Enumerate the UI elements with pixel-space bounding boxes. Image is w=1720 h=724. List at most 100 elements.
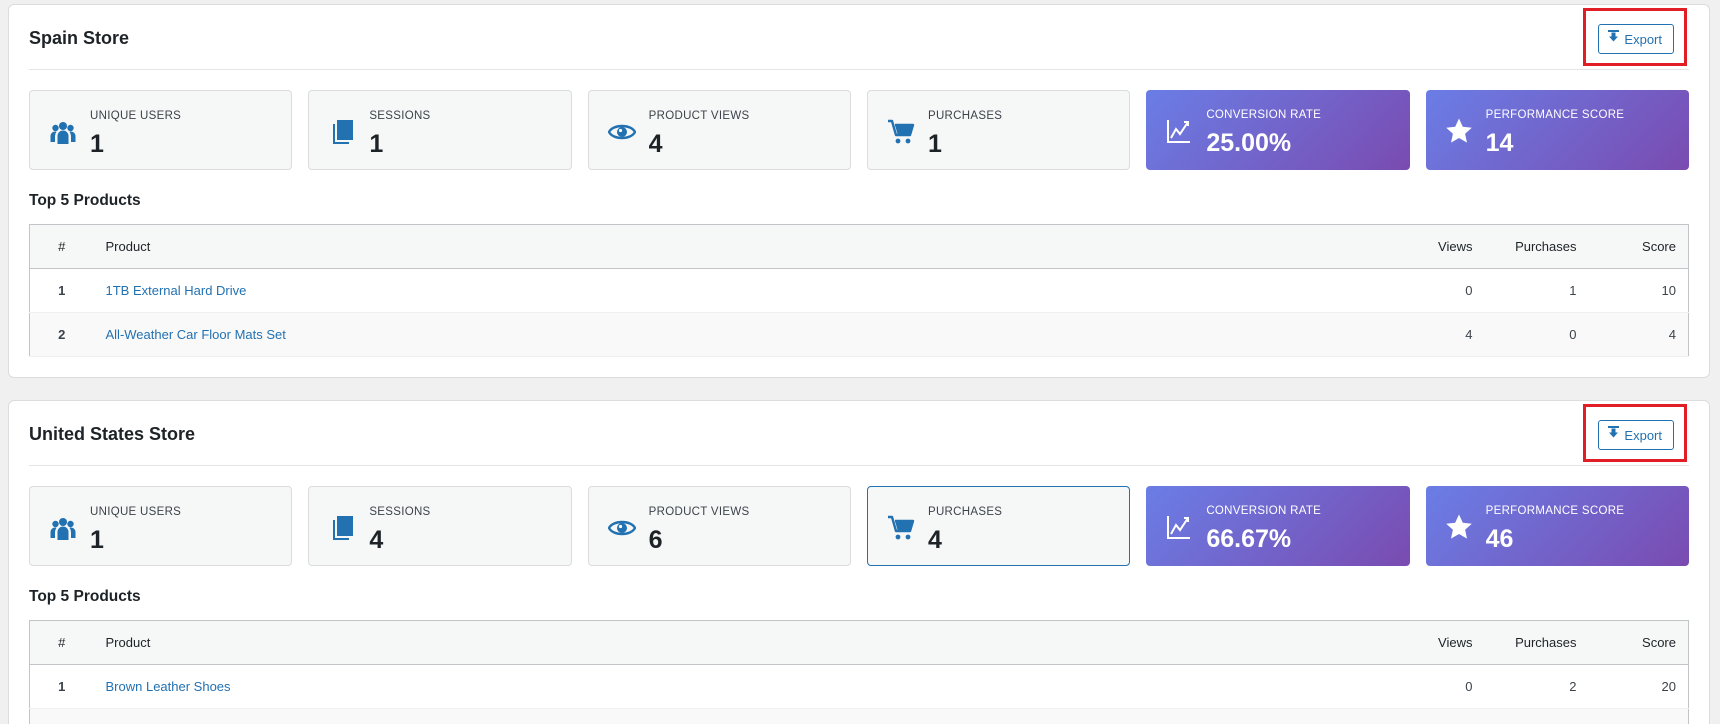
stat-value: 66.67% [1206, 525, 1292, 553]
stat-value: 6 [648, 526, 663, 554]
stat-performance-score: PERFORMANCE SCORE 14 [1425, 90, 1689, 170]
top-products-title: Top 5 Products [29, 192, 141, 209]
cart-icon [886, 513, 916, 543]
stat-conversion-rate: CONVERSION RATE 66.67% [1146, 486, 1410, 566]
score-cell: 20 [1588, 664, 1689, 709]
product-cell: 1TB External Hard Drive [93, 268, 1395, 313]
products-table: # Product Views Purchases Score 1 Brown … [29, 620, 1689, 724]
purchases-cell: 0 [1484, 312, 1589, 357]
stat-label: SESSIONS [369, 110, 431, 122]
stat-product-views: PRODUCT VIEWS 6 [587, 486, 851, 566]
header-views[interactable]: Views [1394, 224, 1485, 269]
stat-value: 1 [927, 130, 942, 158]
product-cell: All-Weather Car Floor Mats Set [93, 312, 1395, 357]
stat-purchases: PURCHASES 1 [866, 90, 1131, 170]
card-header: Spain Store Export [29, 5, 1689, 70]
card-header: United States Store Export [29, 401, 1689, 466]
header-purchases[interactable]: Purchases [1484, 224, 1589, 269]
purchases-cell: 1 [1484, 268, 1589, 313]
stat-conversion-rate: CONVERSION RATE 25.00% [1146, 90, 1410, 170]
stats-row: UNIQUE USERS 1 SESSIONS 4 PRODUCT VIEWS … [29, 486, 1689, 566]
products-table: # Product Views Purchases Score 1 1TB Ex… [29, 224, 1689, 357]
table-header-row: # Product Views Purchases Score [29, 620, 1689, 665]
views-cell: 4 [1394, 312, 1485, 357]
analytics-page: Spain Store Export UNIQUE USERS 1 SESSIO… [0, 0, 1720, 724]
chart-line-icon [1164, 116, 1194, 146]
stat-label: CONVERSION RATE [1206, 505, 1322, 517]
product-link[interactable]: Brown Leather Shoes [106, 679, 231, 694]
stat-label: PERFORMANCE SCORE [1485, 109, 1625, 121]
eye-icon [607, 117, 637, 147]
empty-row-cell [29, 708, 1689, 724]
users-icon [48, 117, 78, 147]
header-purchases[interactable]: Purchases [1484, 620, 1589, 665]
header-product[interactable]: Product [93, 620, 1395, 665]
product-link[interactable]: All-Weather Car Floor Mats Set [106, 327, 286, 342]
stat-value: 14 [1485, 129, 1514, 157]
export-label: Export [1624, 31, 1662, 47]
table-row: 1 Brown Leather Shoes 0 2 20 [29, 664, 1689, 709]
sessions-icon [327, 513, 357, 543]
stat-label: UNIQUE USERS [90, 506, 182, 518]
table-row: 1 1TB External Hard Drive 0 1 10 [29, 268, 1689, 313]
download-icon [1608, 425, 1620, 437]
stats-row: UNIQUE USERS 1 SESSIONS 1 PRODUCT VIEWS … [29, 90, 1689, 170]
stat-label: UNIQUE USERS [90, 110, 182, 122]
rank-cell: 1 [29, 664, 94, 709]
stat-value: 4 [648, 130, 663, 158]
stat-unique-users: UNIQUE USERS 1 [29, 486, 293, 566]
users-icon [48, 513, 78, 543]
sessions-icon [327, 117, 357, 147]
eye-icon [607, 513, 637, 543]
stat-value: 1 [369, 130, 384, 158]
stat-value: 46 [1485, 525, 1514, 553]
stat-value: 4 [369, 526, 384, 554]
download-icon [1608, 29, 1620, 41]
stat-performance-score: PERFORMANCE SCORE 46 [1425, 486, 1689, 566]
store-title: United States Store [29, 424, 196, 444]
store-card-united-states: United States Store Export UNIQUE USERS … [8, 400, 1710, 724]
header-views[interactable]: Views [1394, 620, 1485, 665]
stat-label: PERFORMANCE SCORE [1485, 505, 1625, 517]
export-button[interactable]: Export [1598, 24, 1674, 54]
header-score[interactable]: Score [1588, 620, 1689, 665]
stat-value: 25.00% [1206, 129, 1292, 157]
header-rank[interactable]: # [29, 224, 94, 269]
stat-product-views: PRODUCT VIEWS 4 [587, 90, 851, 170]
star-icon [1444, 116, 1474, 146]
table-row: 2 All-Weather Car Floor Mats Set 4 0 4 [29, 312, 1689, 357]
views-cell: 0 [1394, 268, 1485, 313]
export-button[interactable]: Export [1598, 420, 1674, 450]
header-product[interactable]: Product [93, 224, 1395, 269]
store-title: Spain Store [29, 28, 130, 48]
stat-label: PRODUCT VIEWS [648, 110, 750, 122]
rank-cell: 2 [29, 312, 94, 357]
stat-label: CONVERSION RATE [1206, 109, 1322, 121]
header-rank[interactable]: # [29, 620, 94, 665]
header-score[interactable]: Score [1588, 224, 1689, 269]
stat-unique-users: UNIQUE USERS 1 [29, 90, 293, 170]
stat-label: PRODUCT VIEWS [648, 506, 750, 518]
stat-label: PURCHASES [927, 506, 1003, 518]
score-cell: 4 [1588, 312, 1689, 357]
stat-label: PURCHASES [927, 110, 1003, 122]
product-link[interactable]: 1TB External Hard Drive [106, 283, 247, 298]
stat-sessions: SESSIONS 4 [308, 486, 572, 566]
stat-value: 1 [90, 526, 104, 554]
product-cell: Brown Leather Shoes [93, 664, 1395, 709]
cart-icon [886, 117, 916, 147]
rank-cell: 1 [29, 268, 94, 313]
table-row [29, 708, 1689, 724]
stat-sessions: SESSIONS 1 [308, 90, 572, 170]
stat-value: 1 [90, 130, 104, 158]
table-header-row: # Product Views Purchases Score [29, 224, 1689, 269]
stat-purchases: PURCHASES 4 [866, 486, 1131, 566]
score-cell: 10 [1588, 268, 1689, 313]
export-label: Export [1624, 427, 1662, 443]
stat-value: 4 [927, 526, 942, 554]
purchases-cell: 2 [1484, 664, 1589, 709]
star-icon [1444, 512, 1474, 542]
store-card-spain: Spain Store Export UNIQUE USERS 1 SESSIO… [8, 4, 1710, 378]
views-cell: 0 [1394, 664, 1485, 709]
top-products-title: Top 5 Products [29, 588, 141, 605]
